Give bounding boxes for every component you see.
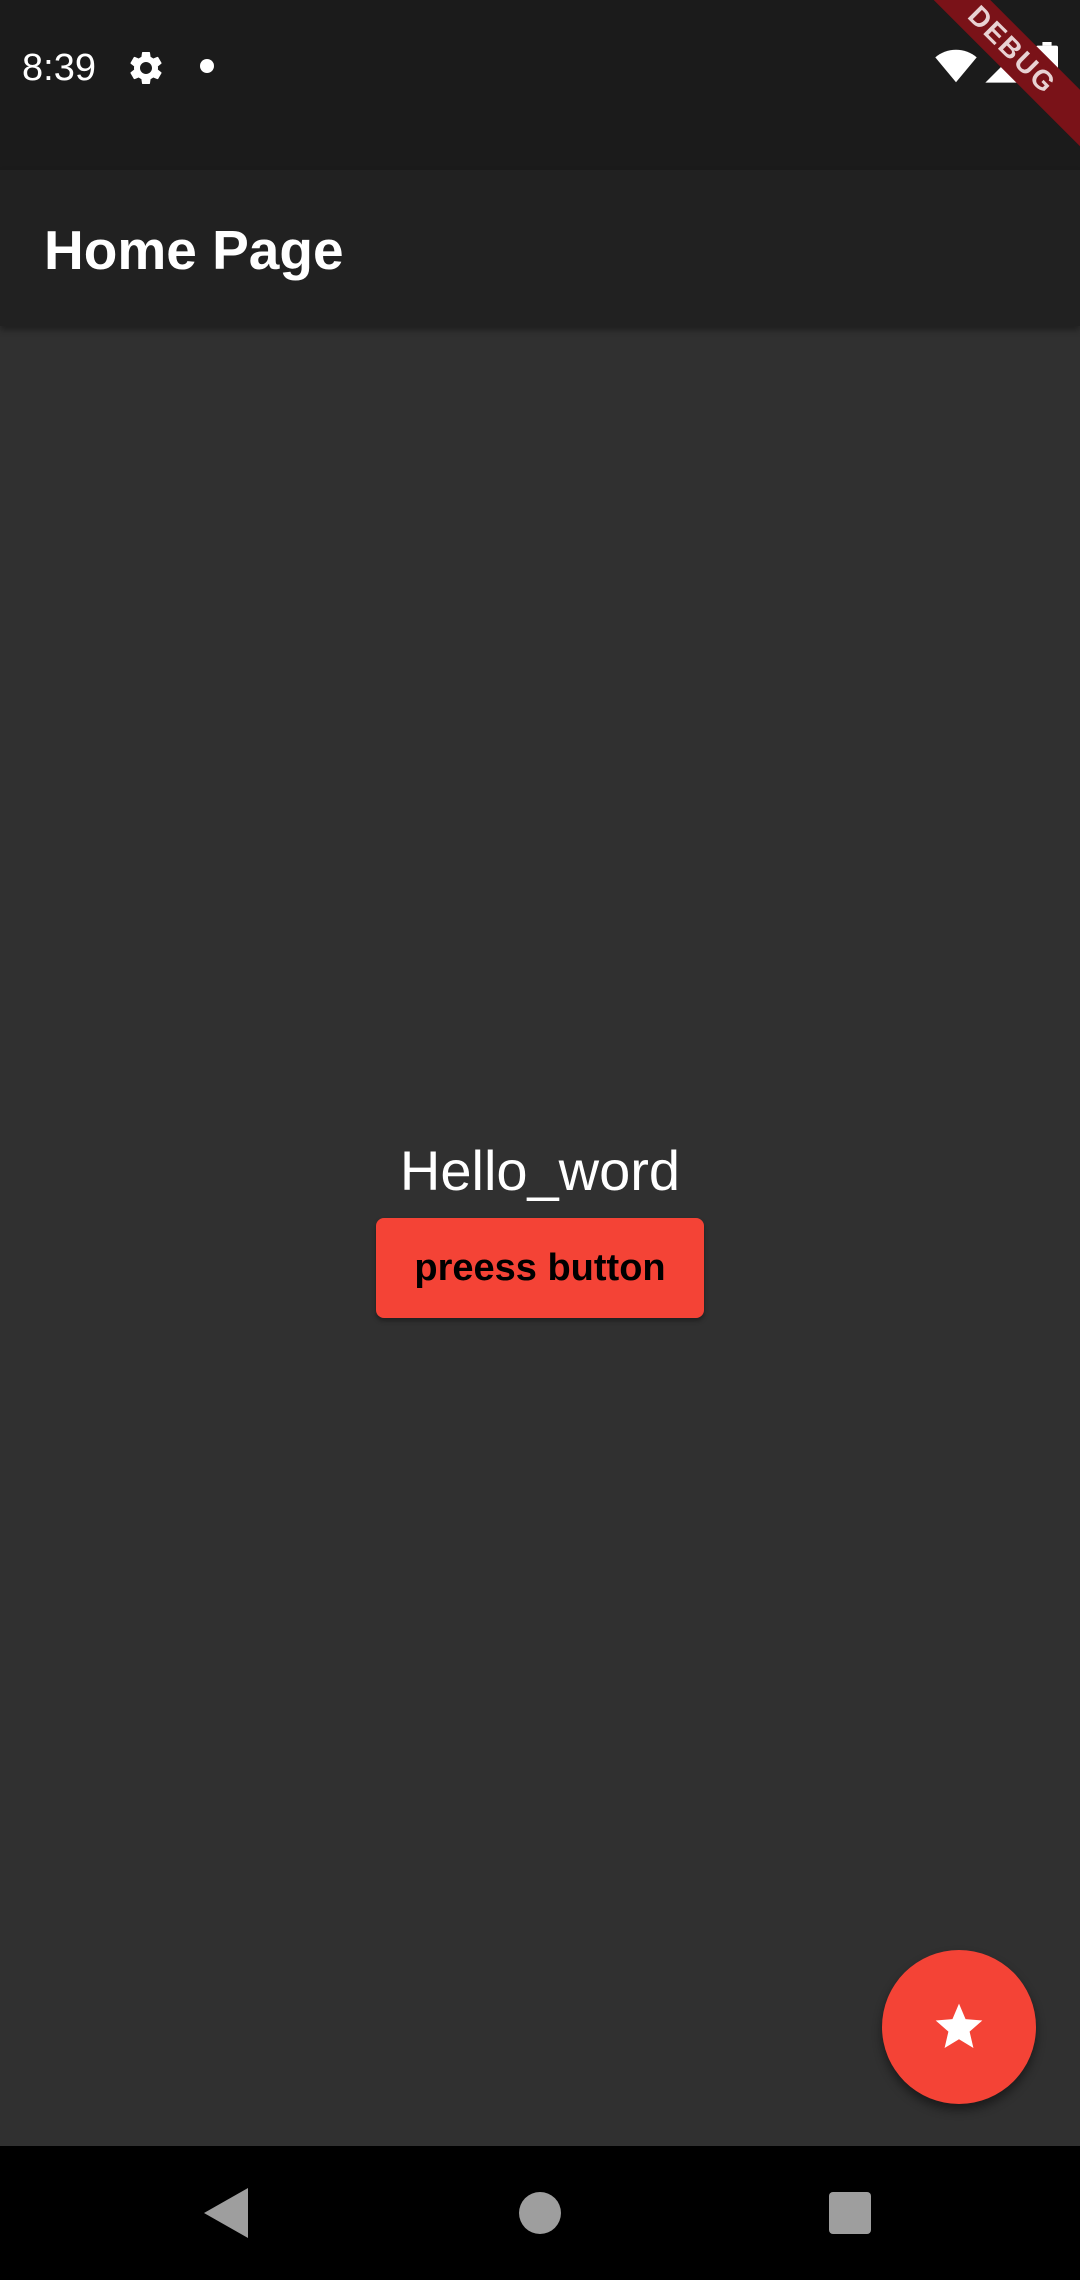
- hello-text: Hello_word: [399, 1139, 681, 1202]
- navigation-bar: [0, 2146, 1080, 2280]
- status-bar: 8:39: [0, 0, 1080, 170]
- back-icon[interactable]: [204, 2188, 248, 2238]
- recents-icon[interactable]: [829, 2192, 871, 2234]
- home-icon[interactable]: [519, 2192, 561, 2234]
- status-time: 8:39: [22, 47, 96, 89]
- app-bar: Home Page: [0, 170, 1080, 326]
- star-icon: [935, 2003, 983, 2048]
- wifi-icon: [935, 49, 977, 83]
- star-fab-button[interactable]: [882, 1950, 1036, 2104]
- gear-icon: [130, 51, 162, 84]
- notification-dot-icon: [200, 59, 214, 73]
- press-button[interactable]: preess button: [376, 1218, 704, 1318]
- page-title: Home Page: [44, 219, 344, 281]
- screen: 8:39 DEBUG Home Page Hello_word preess b…: [0, 0, 1080, 2280]
